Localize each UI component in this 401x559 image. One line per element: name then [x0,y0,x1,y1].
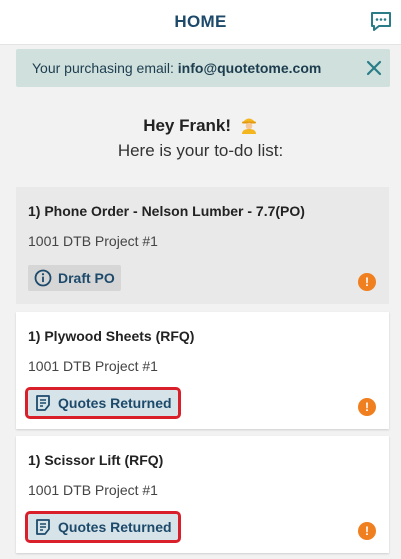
status-badge[interactable]: Quotes Returned [25,511,181,543]
status-label: Quotes Returned [58,519,172,535]
document-icon [36,395,50,411]
banner-text: Your purchasing email: info@quotetome.co… [32,60,321,76]
status-badge[interactable]: Quotes Returned [25,387,181,419]
todo-project: 1001 DTB Project #1 [28,233,158,249]
greeting: Hey Frank! [0,114,401,139]
chat-bubble-icon [371,12,391,31]
status-label: Quotes Returned [58,395,172,411]
todo-subtitle: Here is your to-do list: [117,141,284,160]
todo-title: 1) Phone Order - Nelson Lumber - 7.7(PO) [28,203,305,219]
page-title: HOME [174,12,227,31]
alert-icon: ! [358,398,376,416]
todo-project: 1001 DTB Project #1 [28,358,158,374]
alert-icon: ! [358,522,376,540]
info-circle-icon [34,269,52,287]
document-icon [36,519,50,535]
status-badge[interactable]: Draft PO [28,265,121,291]
todo-project: 1001 DTB Project #1 [28,482,158,498]
todo-card[interactable]: 1) Plywood Sheets (RFQ) 1001 DTB Project… [16,312,389,429]
chat-button[interactable] [369,11,393,33]
todo-card[interactable]: 1) Phone Order - Nelson Lumber - 7.7(PO)… [16,187,389,304]
status-label: Draft PO [58,270,115,286]
todo-title: 1) Scissor Lift (RFQ) [28,452,164,468]
app-header: HOME [0,0,401,45]
banner-close-button[interactable] [364,58,384,78]
banner-email[interactable]: info@quotetome.com [178,60,322,76]
todo-title: 1) Plywood Sheets (RFQ) [28,328,195,344]
purchasing-email-banner: Your purchasing email: info@quotetome.co… [16,49,390,87]
todo-card[interactable]: 1) Scissor Lift (RFQ) 1001 DTB Project #… [16,436,389,553]
alert-icon: ! [358,273,376,291]
close-icon [366,60,382,76]
banner-prefix: Your purchasing email: [32,60,174,76]
worker-icon [240,114,258,139]
greeting-text: Hey Frank! [143,116,232,135]
